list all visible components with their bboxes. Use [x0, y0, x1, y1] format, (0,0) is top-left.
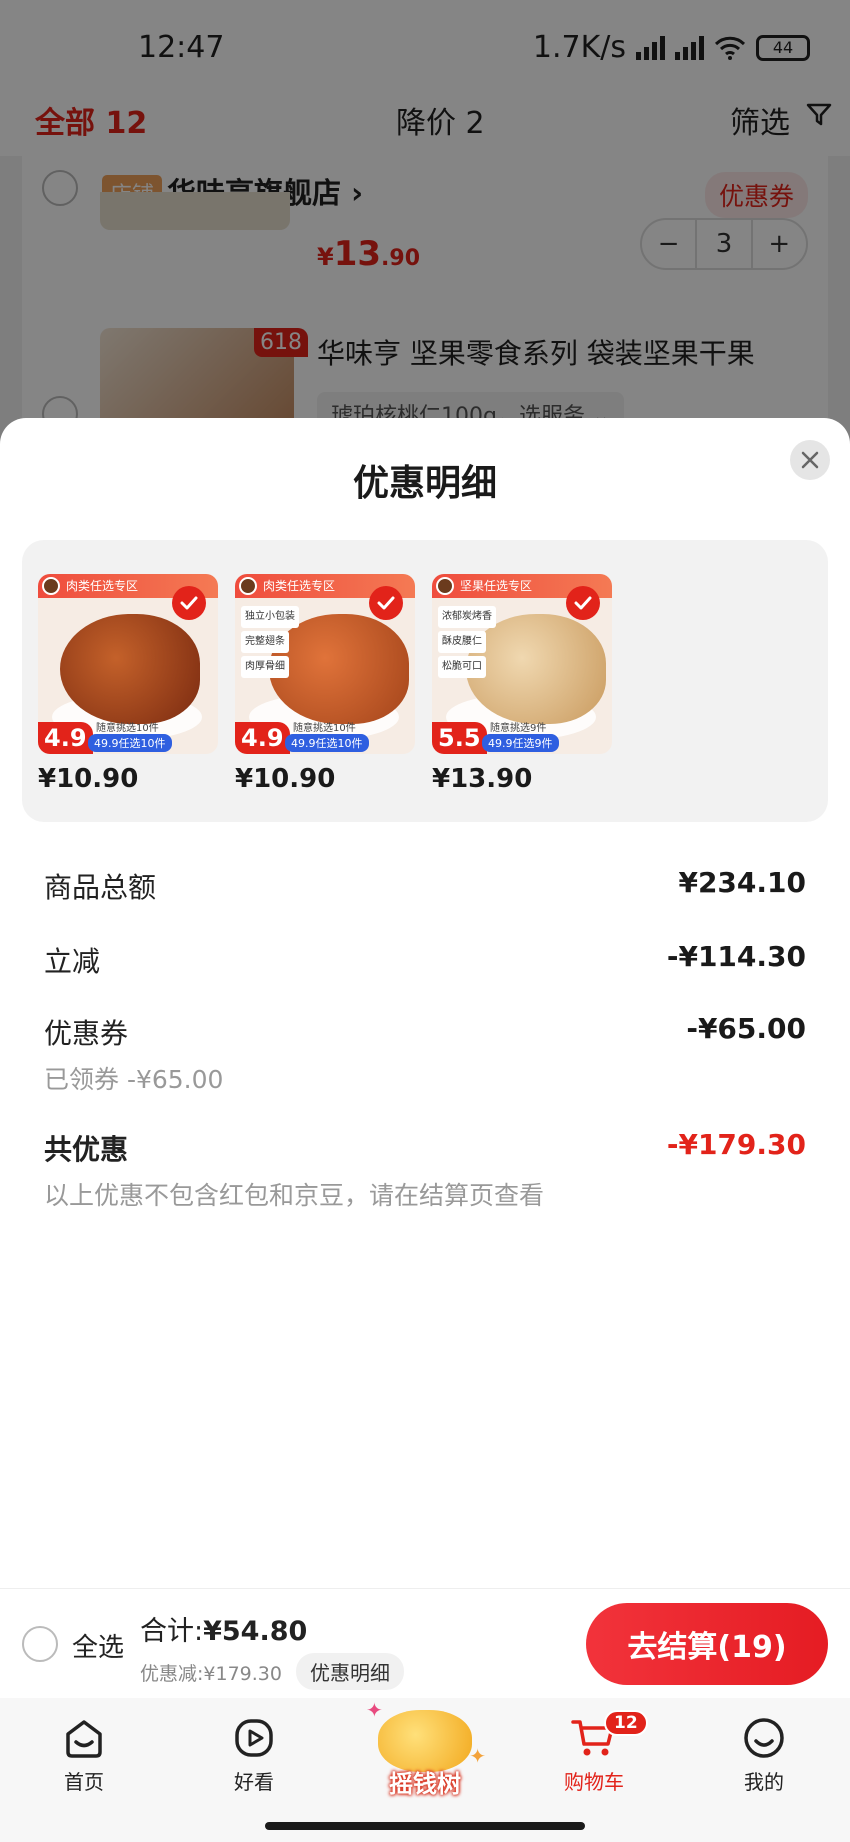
price-badge: 5.5	[432, 722, 487, 754]
nav-watch-label: 好看	[234, 1770, 274, 1794]
settle-bar: 全选 合计:¥54.80 优惠减:¥179.30 优惠明细 去结算(19)	[0, 1588, 850, 1698]
product-image[interactable]: 肉类任选专区 随意挑选10件 4.9 49.9任选10件	[38, 574, 218, 754]
product-image[interactable]: 坚果任选专区 浓郁炭烤香 酥皮腰仁 松脆可口 随意挑选9件 5.5 49.9任选…	[432, 574, 612, 754]
discount-summary: 优惠减:¥179.30	[140, 1663, 282, 1685]
promo-tag: 49.9任选9件	[482, 734, 559, 752]
total-discount-note: 以上优惠不包含红包和京豆，请在结算页查看	[44, 1181, 545, 1210]
nav-cart-label: 购物车	[564, 1770, 624, 1794]
product-price: ¥10.90	[38, 764, 139, 794]
brand-logo-icon	[42, 577, 60, 595]
total-discount-amount: -¥179.30	[666, 1128, 806, 1161]
instant-off-label: 立减	[44, 945, 101, 978]
promo-tag: 49.9任选10件	[88, 734, 172, 752]
sheet-title: 优惠明细	[352, 463, 497, 504]
discount-product-list: 肉类任选专区 随意挑选10件 4.9 49.9任选10件 ¥10.90 肉类任选…	[22, 540, 828, 822]
total-price: 合计:¥54.80	[140, 1616, 308, 1647]
sparkle-icon: ✦	[366, 1698, 383, 1722]
goods-total-amount: ¥234.10	[678, 866, 806, 899]
product-image[interactable]: 肉类任选专区 独立小包装 完整翅条 肉厚骨细 随意挑选10件 4.9 49.9任…	[235, 574, 415, 754]
promo-tag: 49.9任选10件	[285, 734, 369, 752]
cart-count-badge: 12	[604, 1710, 648, 1736]
discount-product-item[interactable]: 坚果任选专区 浓郁炭烤香 酥皮腰仁 松脆可口 随意挑选9件 5.5 49.9任选…	[432, 574, 612, 794]
nav-cart[interactable]: 12 购物车	[534, 1710, 654, 1795]
nav-home-label: 首页	[64, 1770, 104, 1794]
home-icon	[66, 1720, 102, 1758]
nav-money-tree-label: 摇钱树	[389, 1770, 461, 1798]
close-icon	[801, 451, 819, 469]
check-icon[interactable]	[369, 586, 403, 620]
instant-off-amount: -¥114.30	[666, 940, 806, 973]
price-badge: 4.9	[38, 722, 93, 754]
price-badge: 4.9	[235, 722, 290, 754]
total-discount-label: 共优惠	[44, 1133, 129, 1166]
check-icon[interactable]	[566, 586, 600, 620]
nav-mine[interactable]: 我的	[704, 1716, 824, 1795]
money-tree-icon	[378, 1710, 472, 1772]
play-icon	[235, 1719, 273, 1757]
home-indicator[interactable]	[265, 1822, 585, 1830]
select-all-radio[interactable]	[22, 1626, 58, 1662]
brand-logo-icon	[436, 577, 454, 595]
product-price: ¥10.90	[235, 764, 336, 794]
nav-mine-label: 我的	[744, 1770, 784, 1794]
coupon-label: 优惠券	[44, 1017, 129, 1050]
checkout-button[interactable]: 去结算(19)	[586, 1603, 828, 1685]
bottom-nav: 首页 好看 ✦ ✦ 摇钱树 12 购物车 我的	[0, 1698, 850, 1808]
nav-money-tree[interactable]: ✦ ✦ 摇钱树	[366, 1698, 486, 1808]
discount-detail-button[interactable]: 优惠明细	[296, 1653, 404, 1690]
food-image	[60, 614, 200, 724]
coupon-note: 已领券 -¥65.00	[44, 1065, 224, 1094]
profile-icon	[744, 1718, 784, 1758]
nav-watch[interactable]: 好看	[194, 1716, 314, 1795]
nav-home[interactable]: 首页	[24, 1716, 144, 1795]
close-button[interactable]	[790, 440, 830, 480]
check-icon[interactable]	[172, 586, 206, 620]
discount-product-item[interactable]: 肉类任选专区 随意挑选10件 4.9 49.9任选10件 ¥10.90	[38, 574, 218, 794]
goods-total-label: 商品总额	[44, 871, 157, 904]
coupon-amount: -¥65.00	[686, 1012, 806, 1045]
select-all-label[interactable]: 全选	[72, 1627, 124, 1664]
brand-logo-icon	[239, 577, 257, 595]
product-price: ¥13.90	[432, 764, 533, 794]
discount-product-item[interactable]: 肉类任选专区 独立小包装 完整翅条 肉厚骨细 随意挑选10件 4.9 49.9任…	[235, 574, 415, 794]
